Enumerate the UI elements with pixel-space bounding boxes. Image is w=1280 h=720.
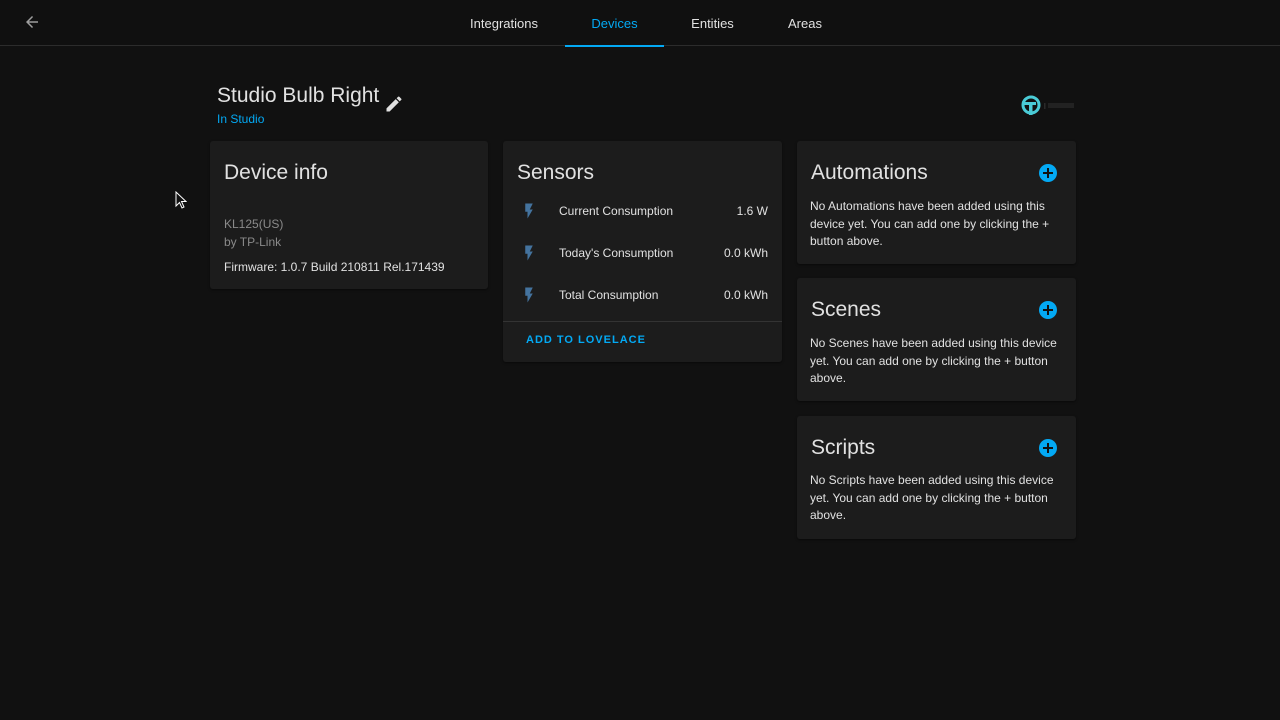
device-model: KL125(US)	[224, 217, 284, 231]
pencil-icon[interactable]	[384, 94, 404, 114]
sensor-row-total-consumption[interactable]: Total Consumption 0.0 kWh	[503, 275, 782, 317]
sensor-value: 1.6 W	[736, 204, 768, 218]
top-app-bar: Integrations Devices Entities Areas	[0, 0, 1280, 47]
arrow-left-icon[interactable]	[20, 10, 44, 34]
plus-icon	[1043, 305, 1053, 315]
card-title: Sensors	[517, 161, 595, 184]
scripts-card: Scripts No Scripts have been added using…	[797, 416, 1076, 539]
card-title: Automations	[811, 161, 928, 184]
sensors-card: Sensors Current Consumption 1.6 W Today'…	[503, 141, 782, 362]
device-manufacturer: by TP-Link	[224, 235, 282, 249]
mouse-cursor-icon	[175, 190, 188, 209]
add-automation-button[interactable]	[1039, 164, 1057, 182]
tab-devices[interactable]: Devices	[565, 0, 664, 47]
sensor-value: 0.0 kWh	[723, 246, 768, 260]
area-link[interactable]: In Studio	[217, 112, 264, 126]
automations-card: Automations No Automations have been add…	[797, 141, 1076, 264]
card-title: Device info	[224, 161, 328, 184]
sensor-value: 0.0 kWh	[723, 288, 768, 302]
empty-text: No Scripts have been added using this de…	[810, 473, 1054, 522]
device-info-card: Device info KL125(US) by TP-Link Firmwar…	[210, 141, 488, 289]
tp-link-logo	[1020, 94, 1080, 116]
add-scene-button[interactable]	[1039, 301, 1057, 319]
sensor-name: Total Consumption	[559, 288, 659, 302]
sensor-row-current-consumption[interactable]: Current Consumption 1.6 W	[503, 191, 782, 233]
flash-icon	[520, 285, 538, 305]
sensor-row-todays-consumption[interactable]: Today's Consumption 0.0 kWh	[503, 233, 782, 275]
device-name: Studio Bulb Right	[217, 84, 380, 107]
plus-icon	[1043, 443, 1053, 453]
add-to-lovelace-button[interactable]: ADD TO LOVELACE	[519, 330, 653, 350]
plus-icon	[1043, 168, 1053, 178]
flash-icon	[520, 243, 538, 263]
tab-areas[interactable]: Areas	[775, 0, 835, 46]
empty-text: No Automations have been added using thi…	[810, 199, 1050, 248]
card-title: Scripts	[811, 436, 876, 459]
add-script-button[interactable]	[1039, 439, 1057, 457]
sensor-name: Today's Consumption	[559, 246, 674, 260]
device-firmware: Firmware: 1.0.7 Build 210811 Rel.171439	[224, 260, 445, 274]
empty-text: No Scenes have been added using this dev…	[810, 336, 1057, 385]
flash-icon	[520, 201, 538, 221]
card-title: Scenes	[811, 298, 882, 321]
scenes-card: Scenes No Scenes have been added using t…	[797, 278, 1076, 401]
sensor-name: Current Consumption	[559, 204, 674, 218]
divider	[503, 321, 782, 322]
tab-entities[interactable]: Entities	[676, 0, 749, 46]
tab-integrations[interactable]: Integrations	[455, 0, 553, 46]
